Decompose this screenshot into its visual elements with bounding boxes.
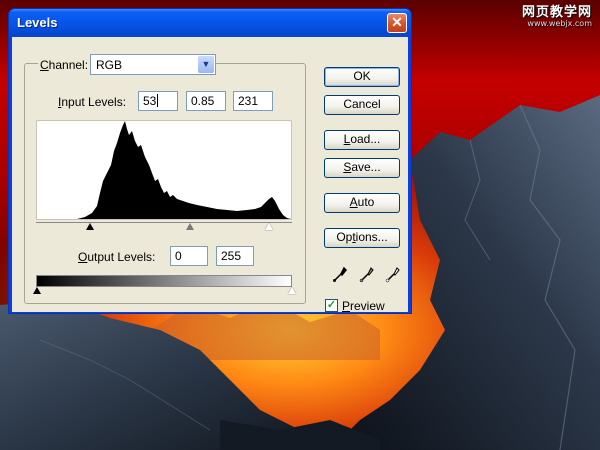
input-black-field[interactable]: 53 [138,91,178,111]
histogram-graph [37,121,291,219]
input-slider-track [36,222,292,223]
white-eyedropper-icon[interactable] [385,265,401,283]
watermark: 网页教学网 www.webjx.com [522,5,592,29]
output-white-field[interactable]: 255 [216,246,254,266]
dialog-body: Channel: RGB ▼ Input Levels: 53 0.85 231… [12,37,408,313]
close-button[interactable]: ✕ [387,13,407,33]
input-white-slider[interactable] [265,223,273,230]
window-title: Levels [17,15,58,30]
input-black-slider[interactable] [86,223,94,230]
watermark-url: www.webjx.com [527,19,592,29]
preview-label[interactable]: Preview [342,299,385,313]
black-eyedropper-icon[interactable] [332,265,348,283]
output-levels-label: Output Levels: [78,250,156,264]
input-levels-label: Input Levels: [58,95,127,109]
output-black-slider[interactable] [33,287,41,294]
channel-select[interactable]: RGB ▼ [90,54,216,75]
output-white-slider[interactable] [288,287,296,294]
output-black-field[interactable]: 0 [170,246,208,266]
options-button[interactable]: Options... [324,228,400,248]
title-bar[interactable]: Levels ✕ [9,9,411,37]
close-icon: ✕ [391,14,403,30]
channel-label: Channel: [38,58,91,72]
chevron-down-icon[interactable]: ▼ [198,56,214,73]
gray-eyedropper-icon[interactable] [359,265,375,283]
input-gamma-slider[interactable] [186,223,194,230]
levels-dialog: Levels ✕ Channel: RGB ▼ Input Levels: 53… [8,8,412,314]
cancel-button[interactable]: Cancel [324,95,400,115]
input-gamma-field[interactable]: 0.85 [186,91,226,111]
auto-button[interactable]: Auto [324,193,400,213]
load-button[interactable]: Load... [324,130,400,150]
channel-value: RGB [96,58,123,72]
output-gradient-bar [36,275,292,287]
preview-checkbox[interactable]: ✓ [325,299,338,312]
histogram [36,120,292,220]
ok-button[interactable]: OK [324,67,400,87]
input-white-field[interactable]: 231 [233,91,273,111]
save-button[interactable]: Save... [324,158,400,178]
checkmark-icon: ✓ [326,299,337,311]
